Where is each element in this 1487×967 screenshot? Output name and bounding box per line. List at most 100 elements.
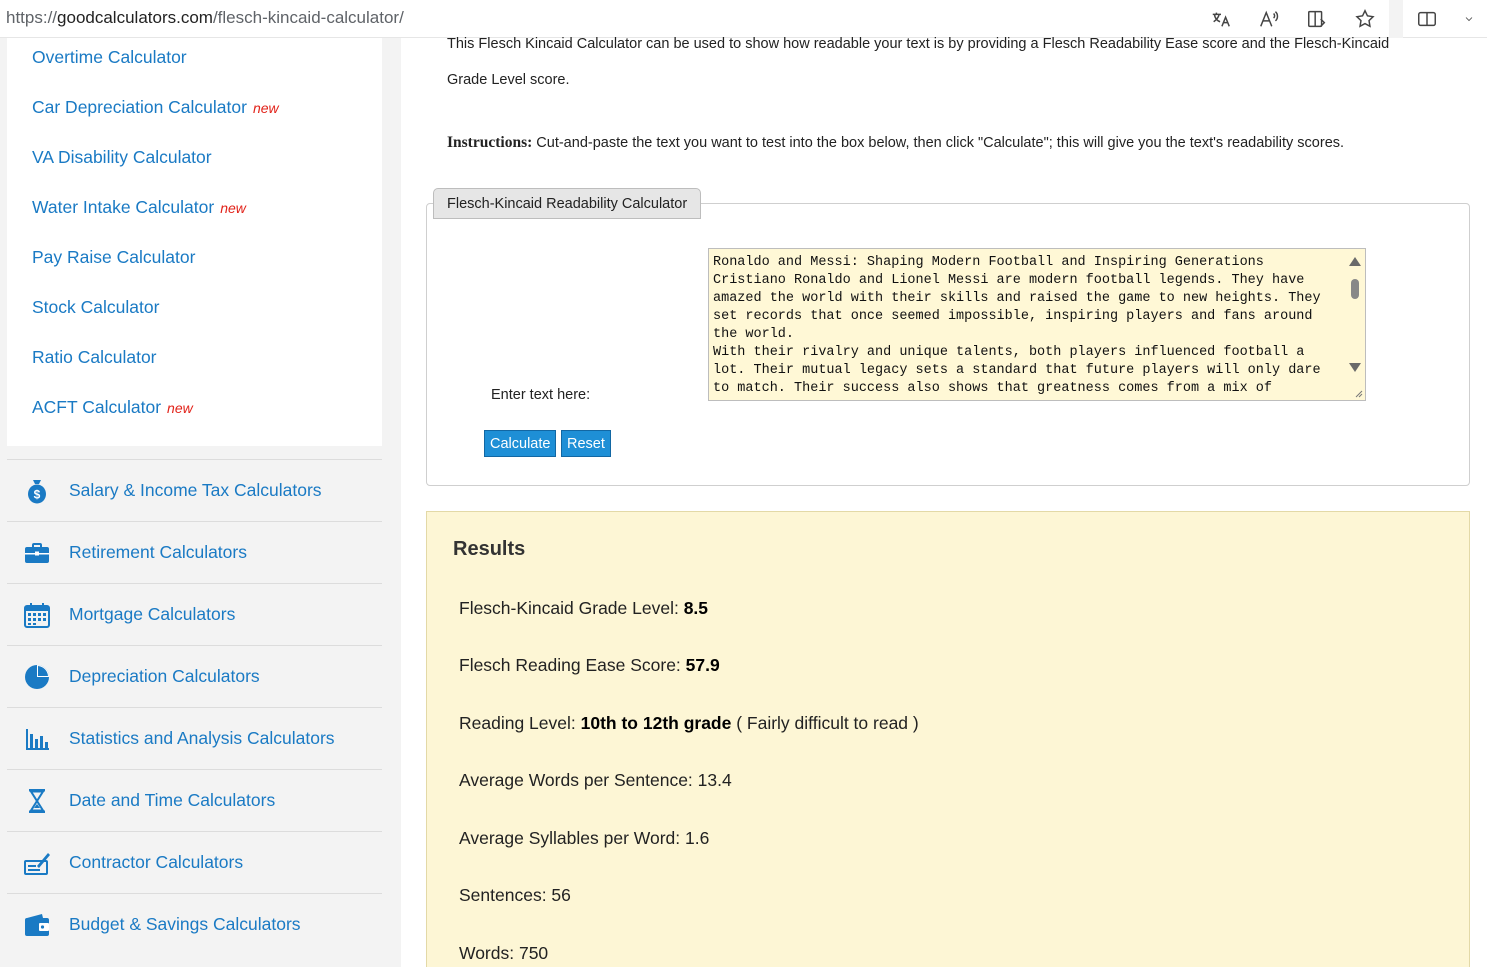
link-label: Ratio Calculator <box>32 347 157 367</box>
url-host: goodcalculators.com <box>57 8 213 27</box>
text-line: Cristiano Ronaldo and Lionel Messi are m… <box>713 273 1305 288</box>
result-value: 750 <box>518 943 549 963</box>
link-label: Water Intake Calculator <box>32 197 215 217</box>
result-label: Average Syllables per Word: <box>459 828 685 848</box>
sidebar-link-car-depreciation[interactable]: Car Depreciation Calculator new <box>32 97 279 118</box>
category-label: Contractor Calculators <box>69 852 244 872</box>
split-screen-icon[interactable] <box>1403 0 1451 38</box>
sidebar-category-date-time[interactable]: Date and Time Calculators <box>7 769 382 831</box>
result-value: 10th to 12th grade <box>580 713 732 733</box>
sidebar-subcategory-panel: Overtime Calculator Car Depreciation Cal… <box>7 38 382 446</box>
main-content: This Flesch Kincaid Calculator can be us… <box>401 36 1487 967</box>
calculator-tab: Flesch-Kincaid Readability Calculator <box>433 188 702 219</box>
result-label: Flesch Reading Ease Score: <box>459 655 686 675</box>
more-chevron-icon[interactable] <box>1451 0 1487 38</box>
result-value: 56 <box>551 885 571 905</box>
link-label: Stock Calculator <box>32 297 160 317</box>
wallet-icon <box>7 894 67 956</box>
sidebar-link-va-disability[interactable]: VA Disability Calculator <box>32 147 218 168</box>
result-reading-level: Reading Level: 10th to 12th grade ( Fair… <box>459 713 919 734</box>
link-label: Car Depreciation Calculator <box>32 97 247 117</box>
text-line: the world. <box>713 327 795 342</box>
sidebar-category-contractor[interactable]: Contractor Calculators <box>7 831 382 893</box>
briefcase-icon <box>7 522 67 584</box>
calculate-button[interactable]: Calculate <box>484 430 557 457</box>
result-value: 1.6 <box>685 828 710 848</box>
sidebar-link-pay-raise[interactable]: Pay Raise Calculator <box>32 247 201 268</box>
text-line: lot. Their mutual legacy sets a standard… <box>713 363 1321 378</box>
resize-handle-icon[interactable] <box>1353 388 1363 398</box>
category-label: Budget & Savings Calculators <box>69 914 301 934</box>
link-label: Pay Raise Calculator <box>32 247 196 267</box>
result-value: 13.4 <box>697 770 732 790</box>
result-avg-words: Average Words per Sentence: 13.4 <box>459 770 732 791</box>
link-label: VA Disability Calculator <box>32 147 212 167</box>
sidebar-category-retirement[interactable]: Retirement Calculators <box>7 521 382 583</box>
sidebar-category-depreciation[interactable]: Depreciation Calculators <box>7 645 382 707</box>
sidebar-category-salary[interactable]: $ Salary & Income Tax Calculators <box>7 459 382 521</box>
result-label: Flesch-Kincaid Grade Level: <box>459 598 684 618</box>
sidebar: Overtime Calculator Car Depreciation Cal… <box>0 38 401 967</box>
sidebar-category-mortgage[interactable]: Mortgage Calculators <box>7 583 382 645</box>
sidebar-link-overtime[interactable]: Overtime Calculator <box>32 47 193 68</box>
reset-button[interactable]: Reset <box>561 430 611 457</box>
result-label: Average Words per Sentence: <box>459 770 698 790</box>
scroll-thumb[interactable] <box>1351 279 1359 299</box>
calendar-icon <box>7 584 67 646</box>
category-label: Depreciation Calculators <box>69 666 260 686</box>
result-reading-ease: Flesch Reading Ease Score: 57.9 <box>459 655 720 676</box>
enter-text-label: Enter text here: <box>491 387 591 403</box>
category-label: Salary & Income Tax Calculators <box>69 480 322 500</box>
text-input-content: Ronaldo and Messi: Shaping Modern Footba… <box>713 254 1343 398</box>
toolbar-separator <box>1389 0 1403 38</box>
category-label: Statistics and Analysis Calculators <box>69 728 335 748</box>
url-prefix: https:// <box>6 8 58 27</box>
svg-text:$: $ <box>34 487 41 501</box>
result-label: Words: <box>459 943 519 963</box>
result-label: Sentences: <box>459 885 552 905</box>
new-badge: new <box>167 400 193 416</box>
scroll-up-arrow-icon[interactable] <box>1349 257 1361 266</box>
link-label: ACFT Calculator <box>32 397 162 417</box>
result-label: Reading Level: <box>459 713 581 733</box>
textarea-scrollbar[interactable] <box>1345 249 1365 400</box>
bar-chart-icon <box>7 708 67 770</box>
results-title: Results <box>453 538 526 560</box>
result-sentences: Sentences: 56 <box>459 885 571 906</box>
link-label: Overtime Calculator <box>32 47 187 67</box>
sidebar-link-stock[interactable]: Stock Calculator <box>32 297 165 318</box>
category-label: Mortgage Calculators <box>69 604 236 624</box>
category-label: Date and Time Calculators <box>69 790 276 810</box>
result-value: 57.9 <box>685 655 720 675</box>
sidebar-category-budget[interactable]: Budget & Savings Calculators <box>7 893 382 955</box>
instructions-text: Cut-and-paste the text you want to test … <box>532 135 1345 151</box>
sidebar-category-statistics[interactable]: Statistics and Analysis Calculators <box>7 707 382 769</box>
sidebar-link-ratio[interactable]: Ratio Calculator <box>32 347 163 368</box>
instructions-label: Instructions: <box>447 134 533 151</box>
hourglass-icon <box>7 770 67 832</box>
scroll-down-arrow-icon[interactable] <box>1349 363 1361 372</box>
sidebar-link-acft[interactable]: ACFT Calculator new <box>32 397 193 418</box>
result-note: ( Fairly difficult to read ) <box>731 713 919 733</box>
text-line: amazed the world with their skills and r… <box>713 291 1321 306</box>
results-panel: Results Flesch-Kincaid Grade Level: 8.5 … <box>426 511 1470 967</box>
sidebar-link-water-intake[interactable]: Water Intake Calculator new <box>32 197 246 218</box>
url-path: /flesch-kincaid-calculator/ <box>212 8 404 27</box>
instructions: Instructions: Cut-and-paste the text you… <box>447 134 1344 152</box>
text-line: set records that once seemed impossible,… <box>713 309 1313 324</box>
intro-line-2: Grade Level score. <box>447 72 570 88</box>
intro-line-1: This Flesch Kincaid Calculator can be us… <box>447 36 1390 52</box>
result-value: 8.5 <box>683 598 709 618</box>
result-words: Words: 750 <box>459 943 548 964</box>
new-badge: new <box>220 200 246 216</box>
money-bag-icon: $ <box>7 460 67 522</box>
text-line: With their rivalry and unique talents, b… <box>713 345 1305 360</box>
contract-icon <box>7 832 67 894</box>
text-line: to match. Their success also shows that … <box>713 381 1272 396</box>
text-input-area[interactable]: Ronaldo and Messi: Shaping Modern Footba… <box>708 248 1366 401</box>
result-fk-grade: Flesch-Kincaid Grade Level: 8.5 <box>459 598 708 619</box>
pie-chart-icon <box>7 646 67 708</box>
new-badge: new <box>252 100 279 116</box>
url-field[interactable]: https://goodcalculators.com/flesch-kinca… <box>6 8 404 28</box>
category-label: Retirement Calculators <box>69 542 247 562</box>
